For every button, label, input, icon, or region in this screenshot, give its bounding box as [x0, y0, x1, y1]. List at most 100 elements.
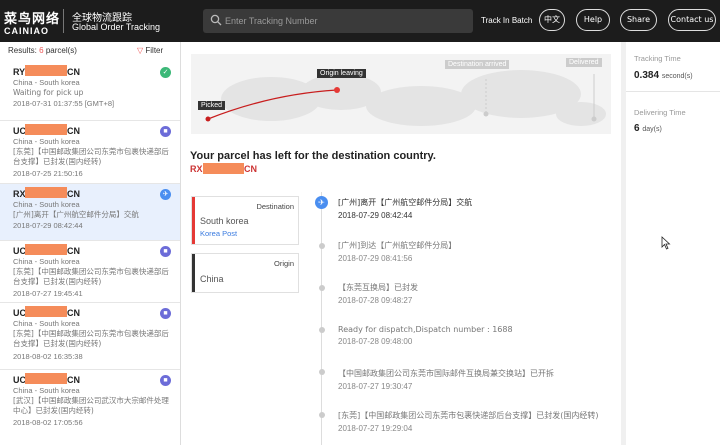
- parcel-item[interactable]: UC CN ■ China - South korea [东莞]【中国邮政集团公…: [0, 303, 180, 370]
- tracking-time-label: Tracking Time: [634, 54, 681, 63]
- delivering-time-value: 6 day(s): [634, 123, 662, 134]
- parcel-date: 2018-07-25 21:50:16: [13, 169, 83, 178]
- parcel-date: 2018-07-27 19:45:41: [13, 289, 83, 298]
- origin-country: China: [200, 274, 224, 284]
- logo-en[interactable]: CAINIAO: [4, 26, 49, 36]
- parcel-route: China - South korea: [13, 319, 80, 328]
- search-input[interactable]: [225, 9, 465, 33]
- parcel-route: China - South korea: [13, 78, 80, 87]
- tracking-time-value: 0.384 second(s): [634, 70, 693, 81]
- destination-label: Destination: [256, 202, 294, 211]
- origin-leaving-tag: Origin leaving: [317, 69, 366, 78]
- route-map: Picked Origin leaving Destination arrive…: [191, 54, 611, 134]
- parcel-status: [东莞]【中国邮政集团公司东莞市包裹快递部后台支撑】已封发(国内经转): [13, 267, 169, 286]
- parcel-item[interactable]: UC CN ■ China - South korea [东莞]【中国邮政集团公…: [0, 241, 180, 303]
- parcel-status: [东莞]【中国邮政集团公司东莞市包裹快递部后台支撑】已封发(国内经转): [13, 329, 169, 348]
- event-date: 2018-07-29 08:41:56: [338, 254, 413, 263]
- parcel-prefix: RX: [13, 189, 26, 199]
- redaction-mask: [25, 65, 67, 76]
- timeline-dot: [319, 327, 325, 333]
- destination-country: South korea: [200, 216, 249, 226]
- parcel-suffix: CN: [67, 375, 80, 385]
- event-text: [广州]离开【广州航空邮件分局】交航: [338, 198, 473, 207]
- results-summary: Results: 6 parcel(s): [8, 46, 77, 55]
- destination-card: Destination South korea Korea Post: [191, 196, 299, 245]
- timeline-event: Ready for dispatch,Dispatch number : 168…: [338, 325, 618, 346]
- stats-divider: [626, 91, 720, 92]
- plane-icon: ✈: [315, 196, 328, 209]
- parcel-date: 2018-08-02 17:05:56: [13, 418, 83, 427]
- timeline-event: 【中国邮政集团公司东莞市国际邮件互换局兼交换站】已开拆 2018-07-27 1…: [338, 368, 618, 391]
- parcel-route: China - South korea: [13, 200, 80, 209]
- redaction-mask: [25, 187, 67, 198]
- track-in-batch-link[interactable]: Track In Batch: [481, 16, 532, 25]
- timeline-dot: [319, 243, 325, 249]
- event-date: 2018-07-27 19:29:04: [338, 424, 413, 433]
- parcel-status: [广州]离开【广州航空邮件分局】交航: [13, 210, 139, 219]
- timeline-event: [东莞]【中国邮政集团公司东莞市包裹快递部后台支撑】已封发(国内经转) 2018…: [338, 410, 618, 433]
- parcel-list-panel: Results: 6 parcel(s) ▽ Filter RY CN ✓ Ch…: [0, 42, 181, 445]
- event-text: Ready for dispatch,Dispatch number : 168…: [338, 325, 513, 334]
- parcel-date: 2018-07-31 01:37:55 [GMT+8]: [13, 99, 115, 108]
- filter-button[interactable]: ▽ Filter: [137, 46, 163, 55]
- results-unit: parcel(s): [45, 46, 77, 55]
- redaction-mask: [25, 306, 67, 317]
- subtitle-en: Global Order Tracking: [72, 22, 161, 32]
- destination-bar: [192, 197, 195, 244]
- parcel-item[interactable]: UC CN ■ China - South korea [东莞]【中国邮政集团公…: [0, 121, 180, 184]
- parcel-item[interactable]: RY CN ✓ China - South korea Waiting for …: [0, 62, 180, 121]
- search-box[interactable]: [203, 9, 473, 33]
- carrier-link[interactable]: Korea Post: [200, 229, 237, 238]
- world-map-background: [205, 70, 606, 126]
- top-bar: 菜鸟网络 CAINIAO 全球物流跟踪 Global Order Trackin…: [0, 0, 720, 42]
- picked-tag: Picked: [198, 101, 226, 110]
- truck-icon: ■: [160, 375, 171, 386]
- parcel-route: China - South korea: [13, 137, 80, 146]
- tracking-suffix: CN: [244, 164, 257, 174]
- event-date: 2018-07-27 19:30:47: [338, 382, 413, 391]
- delivering-time-unit: day(s): [642, 126, 662, 133]
- destination-arrived-tag: Destination arrived: [445, 60, 510, 69]
- origin-card: Origin China: [191, 253, 299, 293]
- parcel-status: Waiting for pick up: [13, 88, 84, 97]
- parcel-route: China - South korea: [13, 257, 80, 266]
- parcel-date: 2018-07-29 08:42:44: [13, 221, 83, 230]
- redaction-mask: [25, 244, 67, 255]
- logo-cn[interactable]: 菜鸟网络: [4, 8, 60, 27]
- parcel-status: [东莞]【中国邮政集团公司东莞市包裹快递部后台支撑】已封发(国内经转): [13, 147, 169, 166]
- tracking-prefix: RX: [190, 164, 203, 174]
- redaction-mask: [25, 124, 67, 135]
- parcel-date: 2018-08-02 16:35:38: [13, 352, 83, 361]
- event-date: 2018-07-29 08:42:44: [338, 211, 413, 220]
- status-headline: Your parcel has left for the destination…: [190, 150, 436, 162]
- tracking-detail-panel: Picked Origin leaving Destination arrive…: [181, 42, 621, 445]
- timeline-event: [广州]到达【广州航空邮件分局】 2018-07-29 08:41:56: [338, 240, 618, 263]
- language-button[interactable]: 中文: [539, 9, 565, 31]
- timeline-dot: [319, 412, 325, 418]
- parcel-item-selected[interactable]: RX CN ✈ China - South korea [广州]离开【广州航空邮…: [0, 184, 180, 241]
- event-text: 【东莞互换局】已封发: [338, 283, 418, 292]
- parcel-suffix: CN: [67, 246, 80, 256]
- timeline-dot: [319, 369, 325, 375]
- delivered-tag: Delivered: [566, 58, 602, 67]
- parcel-item[interactable]: UC CN ■ China - South korea [武汉]【中国邮政集团公…: [0, 370, 180, 445]
- filter-icon: ▽: [137, 46, 144, 55]
- stats-panel: Tracking Time 0.384 second(s) Delivering…: [626, 42, 720, 445]
- filter-label: Filter: [145, 46, 164, 55]
- delivering-time-number: 6: [634, 123, 640, 134]
- parcel-suffix: CN: [67, 67, 80, 77]
- help-button[interactable]: Help: [576, 9, 610, 31]
- contact-us-button[interactable]: Contact us: [668, 9, 716, 31]
- event-date: 2018-07-28 09:48:27: [338, 296, 413, 305]
- timeline-event: 【东莞互换局】已封发 2018-07-28 09:48:27: [338, 282, 618, 305]
- tracking-time-unit: second(s): [661, 73, 693, 80]
- search-icon: [210, 14, 222, 26]
- parcel-suffix: CN: [67, 308, 80, 318]
- event-text: [广州]到达【广州航空邮件分局】: [338, 241, 457, 250]
- event-date: 2018-07-28 09:48:00: [338, 337, 413, 346]
- timeline-dot: [319, 285, 325, 291]
- parcel-suffix: CN: [67, 189, 80, 199]
- event-text: [东莞]【中国邮政集团公司东莞市包裹快递部后台支撑】已封发(国内经转): [338, 411, 599, 420]
- parcel-prefix: RY: [13, 67, 26, 77]
- share-button[interactable]: Share: [620, 9, 657, 31]
